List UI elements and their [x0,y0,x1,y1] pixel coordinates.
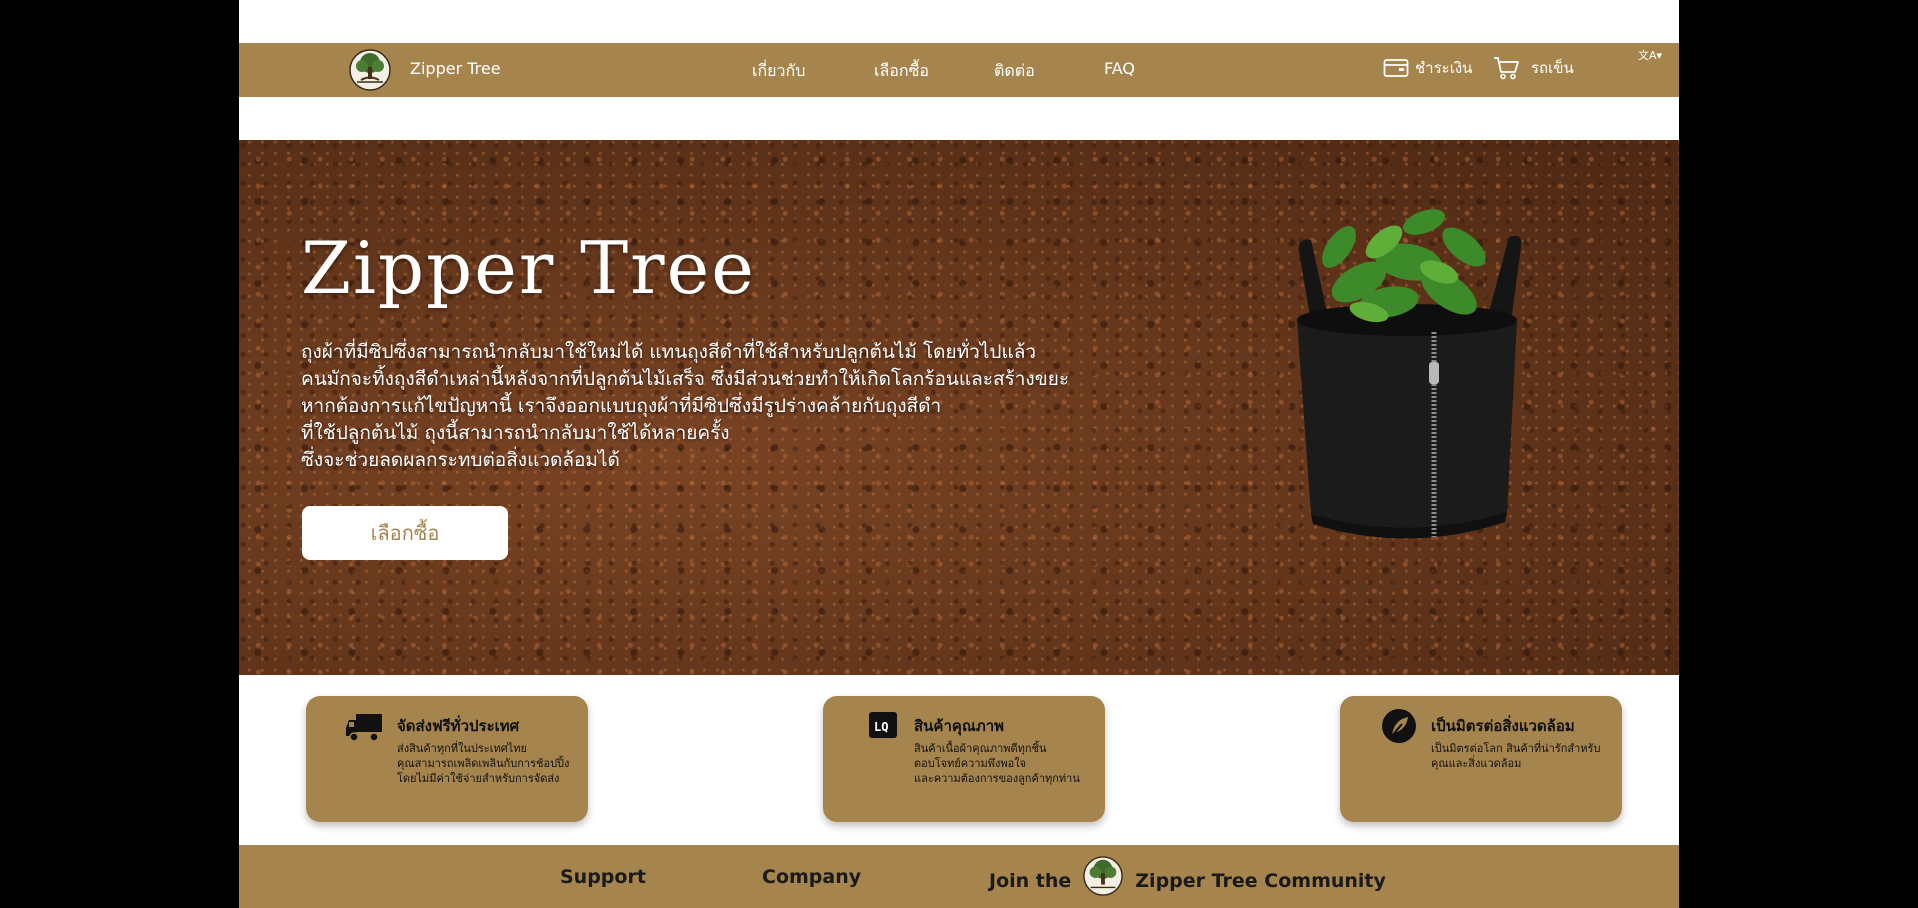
grow-bag-image [1249,192,1549,577]
feature-description: เป็นมิตรต่อโลก สินค้าที่น่ารักสำหรับ คุณ… [1431,741,1600,771]
eco-leaf-icon [1380,708,1418,744]
cart-icon [1493,56,1519,80]
cart-button[interactable]: รถเข็น [1493,56,1574,80]
feature-desc-line: คุณและสิ่งแวดล้อม [1431,757,1522,770]
tree-logo-icon[interactable] [349,49,391,91]
quality-badge-icon: LQ [863,708,901,744]
hero-description: ถุงผ้าที่มีซิปซึ่งสามารถนำกลับมาใช้ใหม่ไ… [301,339,1201,474]
footer: Support Company Join the Zipper Tree Com… [239,845,1679,908]
svg-text:LQ: LQ [874,720,888,734]
hero-banner: Zipper Tree ถุงผ้าที่มีซิปซึ่งสามารถนำกล… [239,140,1679,675]
footer-company-heading: Company [762,866,862,888]
feature-desc-line: เป็นมิตรต่อโลก สินค้าที่น่ารักสำหรับ [1431,742,1601,755]
join-suffix: Zipper Tree Community [1135,870,1386,892]
hero-line: คนมักจะทิ้งถุงสีดำเหล่านี้หลังจากที่ปลูก… [301,368,1070,390]
checkout-label: ชำระเงิน [1415,59,1473,77]
delivery-truck-icon [346,708,384,744]
community-join-heading: Join the Zipper Tree Community [989,856,1386,896]
nav-link-about[interactable]: เกี่ยวกับ [752,59,805,84]
translate-icon[interactable]: 文A▾ [1638,47,1662,63]
join-prefix: Join the [989,870,1072,892]
cart-label: รถเข็น [1531,59,1574,77]
feature-description: สินค้าเนื้อผ้าคุณภาพดีทุกชิ้น ตอบโจทย์คว… [914,741,1080,786]
feature-desc-line: ตอบโจทย์ความพึงพอใจ [914,757,1027,770]
hero-line: หากต้องการแก้ไขปัญหานี้ เราจึงออกแบบถุงผ… [301,395,942,417]
hero-line: ซึ่งจะช่วยลดผลกระทบต่อสิ่งแวดล้อมได้ [301,449,620,471]
tree-logo-icon [1083,856,1124,896]
hero-line: ที่ใช้ปลูกต้นไม้ ถุงนี้สามารถนำกลับมาใช้… [301,422,730,444]
shop-now-button[interactable]: เลือกซื้อ [302,506,508,560]
top-navbar: Zipper Tree เกี่ยวกับ เลือกซื้อ ติดต่อ F… [239,43,1679,97]
brand-name[interactable]: Zipper Tree [410,59,501,78]
feature-desc-line: โดยไม่มีค่าใช้จ่ายสำหรับการจัดส่ง [397,772,560,785]
hero-title: Zipper Tree [301,226,756,310]
feature-title: สินค้าคุณภาพ [914,717,1005,735]
feature-description: ส่งสินค้าทุกที่ในประเทศไทย คุณสามารถเพลิ… [397,741,569,786]
checkout-button[interactable]: ชำระเงิน [1383,56,1472,80]
feature-card-quality: LQ สินค้าคุณภาพ สินค้าเนื้อผ้าคุณภาพดีทุ… [823,696,1105,822]
nav-link-faq[interactable]: FAQ [1104,59,1135,78]
feature-card-shipping: จัดส่งฟรีทั่วประเทศ ส่งสินค้าทุกที่ในประ… [306,696,588,822]
feature-title: เป็นมิตรต่อสิ่งแวดล้อม [1431,717,1575,735]
nav-link-shop[interactable]: เลือกซื้อ [874,59,929,84]
feature-desc-line: คุณสามารถเพลิดเพลินกับการช้อปปิ้ง [397,757,570,770]
feature-title: จัดส่งฟรีทั่วประเทศ [397,717,520,735]
page: Zipper Tree เกี่ยวกับ เลือกซื้อ ติดต่อ F… [239,0,1679,908]
wallet-icon [1383,58,1409,78]
feature-desc-line: และความต้องการของลูกค้าทุกท่าน [914,772,1080,785]
nav-link-contact[interactable]: ติดต่อ [994,59,1035,84]
feature-desc-line: ส่งสินค้าทุกที่ในประเทศไทย [397,742,527,755]
hero-line: ถุงผ้าที่มีซิปซึ่งสามารถนำกลับมาใช้ใหม่ไ… [301,341,1037,363]
feature-desc-line: สินค้าเนื้อผ้าคุณภาพดีทุกชิ้น [914,742,1047,755]
feature-card-eco: เป็นมิตรต่อสิ่งแวดล้อม เป็นมิตรต่อโลก สิ… [1340,696,1622,822]
footer-support-heading: Support [560,866,646,888]
